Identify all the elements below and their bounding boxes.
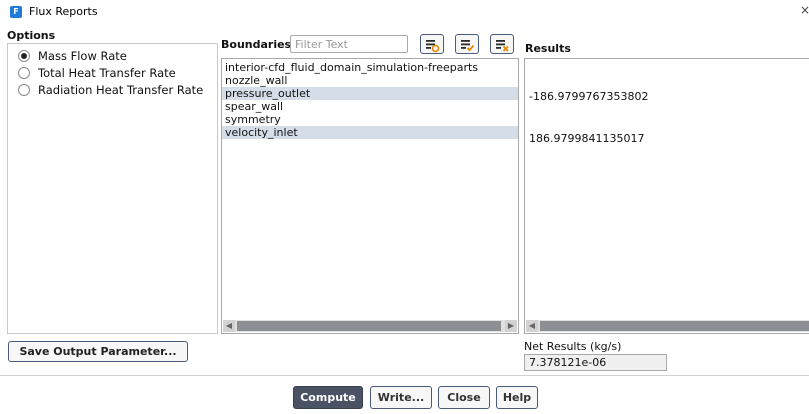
boundary-item[interactable]: interior-cfd_fluid_domain_simulation-fre… <box>222 61 518 74</box>
list-check-icon <box>461 40 475 52</box>
boundary-item[interactable]: pressure_outlet <box>222 87 518 100</box>
option-label: Radiation Heat Transfer Rate <box>38 82 204 97</box>
deselect-all-button[interactable] <box>490 34 514 54</box>
help-button[interactable]: Help <box>496 386 538 409</box>
boundaries-label: Boundaries <box>221 38 292 51</box>
net-results-field: 7.378121e-06 <box>524 354 667 371</box>
footer-divider <box>0 375 809 376</box>
boundary-item[interactable]: symmetry <box>222 113 518 126</box>
scroll-right-icon[interactable]: ▶ <box>505 320 517 332</box>
scrollbar-thumb[interactable] <box>540 321 809 331</box>
options-title: Options <box>7 29 56 42</box>
radio-icon[interactable] <box>18 83 30 96</box>
option-label: Mass Flow Rate <box>38 48 127 63</box>
boundary-item[interactable]: spear_wall <box>222 100 518 113</box>
select-all-button[interactable] <box>420 34 444 54</box>
title-bar: F Flux Reports × <box>0 0 809 26</box>
scrollbar-thumb[interactable] <box>237 321 501 331</box>
close-window-icon[interactable]: × <box>800 3 809 17</box>
scroll-left-icon[interactable]: ◀ <box>526 320 538 332</box>
results-label: Results <box>525 42 571 55</box>
compute-button[interactable]: Compute <box>293 386 363 409</box>
results-panel: -186.9799767353802 186.9799841135017 ◀ <box>524 58 809 334</box>
option-total-heat-transfer-rate[interactable]: Total Heat Transfer Rate <box>18 65 176 80</box>
result-value: 186.9799841135017 <box>529 132 645 145</box>
app-icon: F <box>10 6 22 18</box>
write-button[interactable]: Write... <box>370 386 432 409</box>
boundary-list[interactable]: interior-cfd_fluid_domain_simulation-fre… <box>221 58 519 334</box>
option-mass-flow-rate[interactable]: Mass Flow Rate <box>18 48 127 63</box>
radio-icon[interactable] <box>18 66 30 79</box>
boundary-item[interactable]: velocity_inlet <box>222 126 518 139</box>
filter-text-input[interactable] <box>290 35 408 53</box>
list-deselect-icon <box>496 40 509 52</box>
boundary-list-scrollbar[interactable]: ◀ ▶ <box>223 320 517 332</box>
window-title: Flux Reports <box>29 5 98 18</box>
save-output-parameter-button[interactable]: Save Output Parameter... <box>8 341 188 362</box>
net-results-label: Net Results (kg/s) <box>524 340 622 353</box>
result-value: -186.9799767353802 <box>529 90 649 103</box>
option-label: Total Heat Transfer Rate <box>38 65 176 80</box>
radio-icon[interactable] <box>18 49 30 62</box>
list-select-all-icon <box>426 40 440 53</box>
scroll-left-icon[interactable]: ◀ <box>223 320 235 332</box>
option-radiation-heat-transfer-rate[interactable]: Radiation Heat Transfer Rate <box>18 82 203 97</box>
options-panel: Mass Flow Rate Total Heat Transfer Rate … <box>7 43 218 334</box>
results-scrollbar[interactable]: ◀ <box>526 320 809 332</box>
boundary-item[interactable]: nozzle_wall <box>222 74 518 87</box>
close-button[interactable]: Close <box>438 386 490 409</box>
check-selected-button[interactable] <box>455 34 479 54</box>
